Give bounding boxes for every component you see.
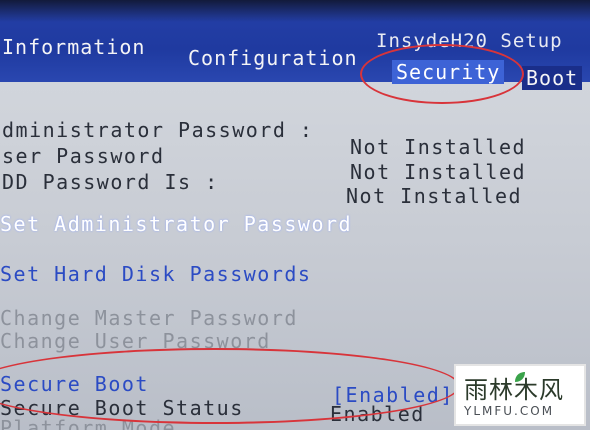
watermark-url: YLMFU.COM xyxy=(464,404,555,418)
set-admin-password-item[interactable]: Set Administrator Password xyxy=(0,212,352,236)
tab-configuration[interactable]: Configuration xyxy=(188,46,358,70)
user-password-value: Not Installed xyxy=(350,160,527,184)
watermark-logo: 雨林木风 YLMFU.COM xyxy=(454,364,586,426)
user-password-label: ser Password xyxy=(2,144,165,168)
set-hdd-passwords-item[interactable]: Set Hard Disk Passwords xyxy=(0,262,311,286)
admin-password-value: Not Installed xyxy=(350,135,527,159)
tab-boot[interactable]: Boot xyxy=(522,66,583,90)
security-tab-highlight xyxy=(360,44,524,104)
hdd-password-label: DD Password Is : xyxy=(2,170,219,194)
change-master-password-item: Change Master Password xyxy=(0,306,298,330)
tab-information[interactable]: Information xyxy=(2,35,145,59)
menu-bar-shade xyxy=(0,0,590,22)
leaf-icon xyxy=(515,372,525,382)
hdd-password-value: Not Installed xyxy=(346,184,523,208)
bios-screen: Information Configuration InsydeH20 Setu… xyxy=(0,0,590,430)
admin-password-label: dministrator Password : xyxy=(2,118,314,142)
